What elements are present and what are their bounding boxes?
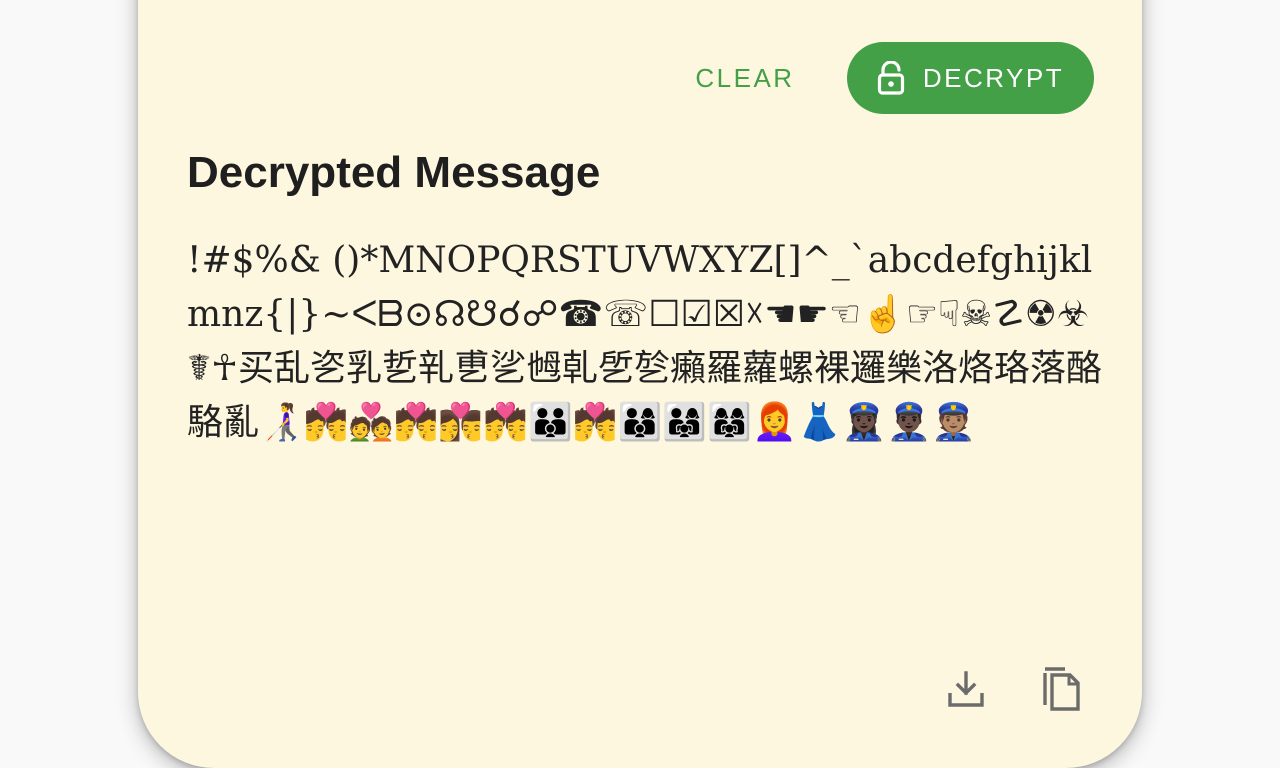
download-button[interactable] xyxy=(938,662,994,718)
decrypted-message-card: CLEAR DECRYPT Decrypted Message !#$%& ()… xyxy=(138,0,1142,768)
copy-icon xyxy=(1039,665,1083,716)
clear-button[interactable]: CLEAR xyxy=(680,42,810,114)
lock-open-icon xyxy=(877,61,905,95)
decrypted-message-text: !#$%& ()*MNOPQRSTUVWXYZ[]^_`abcdefghijkl… xyxy=(187,240,1102,443)
download-icon xyxy=(946,669,986,712)
decrypted-message-title: Decrypted Message xyxy=(187,148,601,197)
copy-button[interactable] xyxy=(1033,662,1089,718)
decrypt-button-label: DECRYPT xyxy=(922,62,1065,93)
clear-button-label: CLEAR xyxy=(695,62,795,93)
decrypt-button[interactable]: DECRYPT xyxy=(847,42,1094,114)
